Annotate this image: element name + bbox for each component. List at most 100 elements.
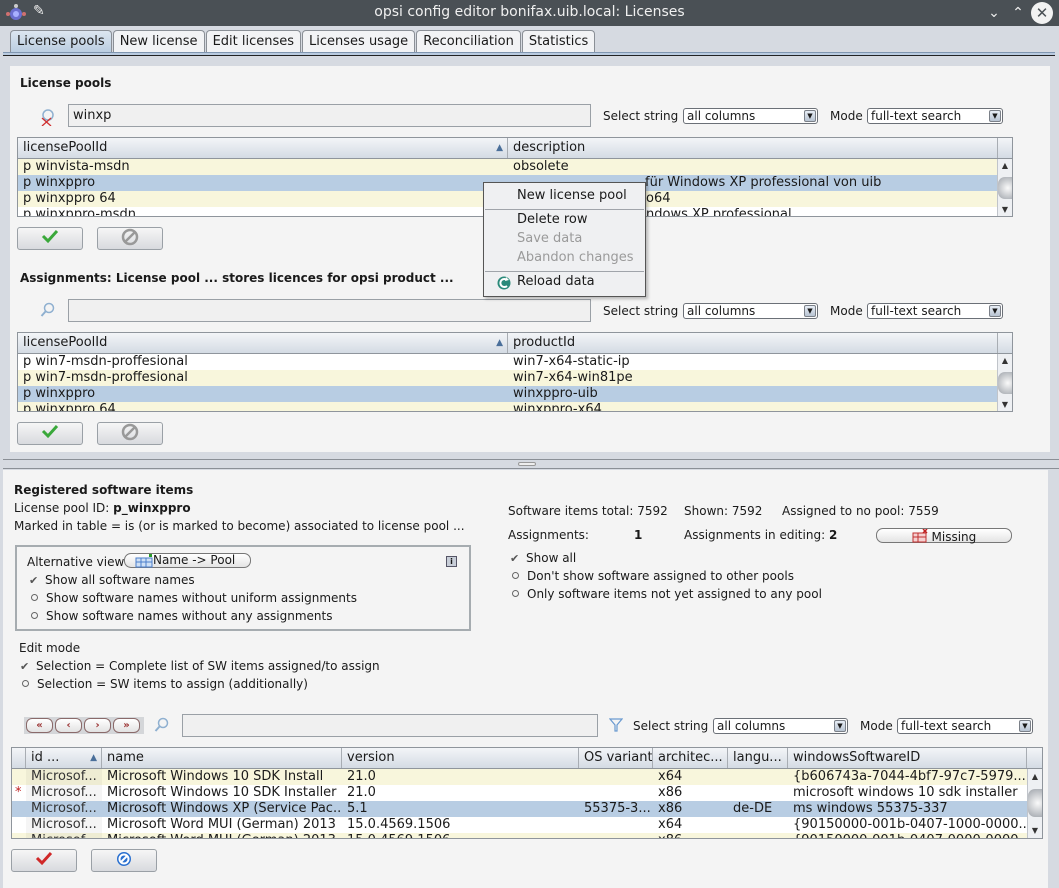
cell-windows-software-id: {90150000-001b-0407-0000-0000... xyxy=(788,833,1027,838)
scroll-up-icon[interactable]: ▲ xyxy=(1028,771,1042,783)
filter-show-all[interactable]: ✔ Show all xyxy=(510,551,576,565)
scroll-up-icon[interactable]: ▲ xyxy=(998,355,1012,367)
tab-statistics[interactable]: Statistics xyxy=(521,30,596,53)
mode-combo[interactable]: full-text search ▼ xyxy=(867,303,1003,319)
table-row[interactable]: Microsof...Microsoft Word MUI (German) 2… xyxy=(12,833,1027,838)
maximize-button[interactable]: ⌃ xyxy=(1008,3,1028,23)
filter-hide-other-pools[interactable]: Don't show software assigned to other po… xyxy=(512,569,794,583)
mode-label: Mode xyxy=(860,719,893,733)
column-header-mark[interactable] xyxy=(12,748,26,768)
table-row-selected[interactable]: p winxppro winxppro-uib xyxy=(18,386,998,402)
menu-item-new-license-pool[interactable]: New license pool xyxy=(517,188,627,203)
sort-ascending-icon: ▲ xyxy=(496,338,503,348)
mode-combo[interactable]: full-text search ▼ xyxy=(897,718,1033,734)
select-string-combo[interactable]: all columns ▼ xyxy=(683,108,818,124)
scroll-down-icon[interactable]: ▼ xyxy=(1028,825,1042,837)
scroll-thumb[interactable] xyxy=(998,177,1012,199)
option-label: Show software names without any assignme… xyxy=(46,609,333,623)
column-header-architecture[interactable]: architec... xyxy=(653,748,728,768)
select-string-combo[interactable]: all columns ▼ xyxy=(683,303,818,319)
license-pools-search-input[interactable]: winxp xyxy=(68,104,591,127)
scroll-up-icon[interactable]: ▲ xyxy=(998,160,1012,172)
column-header-description[interactable]: description xyxy=(508,138,998,158)
tab-licenses-usage[interactable]: Licenses usage xyxy=(302,30,416,53)
cell-id: Microsof... xyxy=(26,817,102,833)
context-menu: New license pool Delete row Save data Ab… xyxy=(483,182,646,297)
scroll-down-icon[interactable]: ▼ xyxy=(998,399,1012,411)
cell-product-id: winxppro-uib xyxy=(513,386,598,401)
table-row-selected[interactable]: Microsof... Microsoft Windows XP (Service… xyxy=(12,801,1027,817)
assignments-label: Assignments: xyxy=(508,528,589,542)
scroll-down-icon[interactable]: ▼ xyxy=(998,204,1012,216)
column-header-language[interactable]: langu... xyxy=(728,748,788,768)
column-header-product-id[interactable]: productId xyxy=(508,333,998,353)
vertical-scrollbar[interactable]: ▲ ▼ xyxy=(1027,769,1042,838)
mode-combo[interactable]: full-text search ▼ xyxy=(867,108,1003,124)
table-row[interactable]: p win7-msdn-proffesional win7-x64-static… xyxy=(18,354,998,370)
assignments-search-input[interactable] xyxy=(68,299,591,322)
column-header-license-pool-id[interactable]: licensePoolId ▲ xyxy=(18,138,508,158)
scroll-thumb[interactable] xyxy=(998,372,1012,394)
in-editing-value: 2 xyxy=(828,528,838,542)
minimize-button[interactable]: ⌄ xyxy=(984,3,1004,23)
dropdown-arrow-icon: ▼ xyxy=(804,305,816,317)
last-button[interactable]: » xyxy=(113,718,140,733)
name-to-pool-label: Name -> Pool xyxy=(153,553,236,567)
missing-button[interactable]: Missing xyxy=(876,528,1012,544)
tab-reconciliation[interactable]: Reconciliation xyxy=(416,30,521,53)
save-button[interactable] xyxy=(17,422,83,445)
cell-windows-software-id: {b606743a-7044-4bf7-97c7-5979... xyxy=(793,769,1026,784)
info-icon[interactable]: i xyxy=(446,556,457,567)
search-icon xyxy=(40,302,56,321)
table-row[interactable]: p win7-msdn-proffesional win7-x64-win81p… xyxy=(18,370,998,386)
save-button[interactable] xyxy=(17,227,83,250)
select-string-combo[interactable]: all columns ▼ xyxy=(713,718,848,734)
split-pane-divider[interactable] xyxy=(3,459,1059,469)
menu-item-delete-row[interactable]: Delete row xyxy=(517,212,588,227)
column-header-os-variant[interactable]: OS variant xyxy=(579,748,653,768)
table-row[interactable]: Microsof... Microsoft Windows 10 SDK Inst… xyxy=(12,769,1027,785)
vertical-scrollbar[interactable]: ▲ ▼ xyxy=(997,354,1012,411)
menu-item-reload-data[interactable]: Reload data xyxy=(517,274,595,289)
table-row[interactable]: Microsof... Microsoft Word MUI (German) 2… xyxy=(12,817,1027,833)
option-label: Show all xyxy=(526,551,577,565)
scroll-thumb[interactable] xyxy=(1028,789,1042,817)
clear-search-icon[interactable] xyxy=(38,108,56,129)
column-header-license-pool-id[interactable]: licensePoolId ▲ xyxy=(18,333,508,353)
edit-mode-additional[interactable]: Selection = SW items to assign (addition… xyxy=(22,677,308,691)
table-row[interactable]: p winvista-msdn obsolete xyxy=(18,159,998,175)
select-string-value: all columns xyxy=(687,109,756,123)
name-to-pool-button[interactable]: Name -> Pool xyxy=(124,553,251,568)
edit-mode-complete-list[interactable]: ✔ Selection = Complete list of SW items a… xyxy=(20,659,380,673)
first-button[interactable]: « xyxy=(26,718,53,733)
save-assignments-button[interactable] xyxy=(11,849,77,872)
filter-unassigned-only[interactable]: Only software items not yet assigned to … xyxy=(512,587,822,601)
view-option-all[interactable]: ✔ Show all software names xyxy=(29,573,195,587)
close-button[interactable]: ✕ xyxy=(1031,2,1053,24)
previous-button[interactable]: ‹ xyxy=(55,718,82,733)
total-value: 7592 xyxy=(637,504,668,518)
column-header-windows-software-id[interactable]: windowsSoftwareID xyxy=(788,748,1027,768)
alternative-view-label: Alternative view xyxy=(27,555,125,569)
cancel-button[interactable] xyxy=(97,422,163,445)
next-button[interactable]: › xyxy=(84,718,111,733)
view-option-non-uniform[interactable]: Show software names without uniform assi… xyxy=(31,591,357,605)
software-search-input[interactable] xyxy=(182,714,598,737)
tab-edit-licenses[interactable]: Edit licenses xyxy=(205,30,302,53)
view-option-no-assignments[interactable]: Show software names without any assignme… xyxy=(31,609,333,623)
column-header-version[interactable]: version xyxy=(342,748,579,768)
cancel-assignments-button[interactable] xyxy=(91,849,157,872)
vertical-scrollbar[interactable]: ▲ ▼ xyxy=(997,159,1012,216)
filter-icon[interactable] xyxy=(608,717,624,736)
column-header-id[interactable]: id ... ▲ xyxy=(26,748,102,768)
table-row[interactable]: * Microsof... Microsoft Windows 10 SDK Ins… xyxy=(12,785,1027,801)
column-header-name[interactable]: name xyxy=(102,748,342,768)
option-label: Show all software names xyxy=(45,573,195,587)
tab-license-pools[interactable]: License pools xyxy=(10,30,112,53)
cancel-button[interactable] xyxy=(97,227,163,250)
divider-grip[interactable] xyxy=(518,462,536,466)
table-row[interactable]: p winxppro 64 winxppro-x64 xyxy=(18,402,998,411)
tab-new-license[interactable]: New license xyxy=(112,30,205,53)
cell-name: Microsoft Word MUI (German) 2013 xyxy=(107,817,336,832)
pool-id-value: p_winxppro xyxy=(113,501,191,515)
